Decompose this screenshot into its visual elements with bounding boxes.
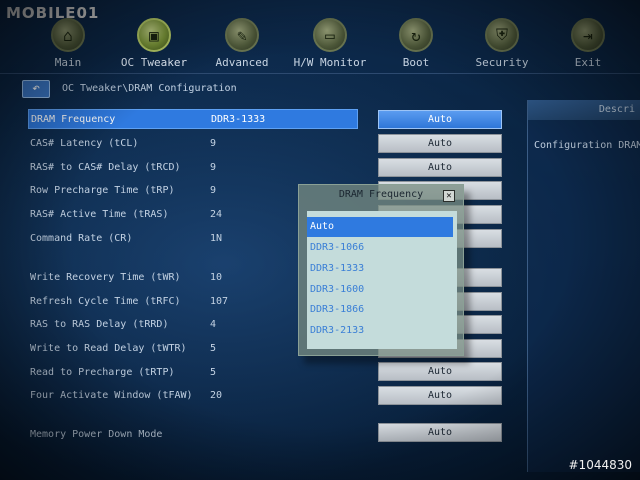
setting-value: 24 (210, 209, 223, 220)
setting-label: Command Rate (CR) (30, 233, 133, 244)
frequency-option-ddr3-1600[interactable]: DDR3-1600 (307, 280, 453, 300)
setting-value: 5 (210, 367, 217, 378)
breadcrumb: OC Tweaker\DRAM Configuration (62, 83, 237, 94)
setting-label: Write Recovery Time (tWR) (30, 272, 181, 283)
nav-tab-label: Advanced (215, 56, 269, 69)
exit-runner-icon: ⇥ (571, 18, 605, 52)
close-icon[interactable]: ✕ (443, 190, 455, 202)
nav-tab-exit[interactable]: ⇥ Exit (548, 18, 628, 69)
setting-value: DDR3-1333 (211, 114, 266, 125)
setting-label: Four Activate Window (tFAW) (30, 390, 193, 401)
trtp-option-button[interactable]: Auto (378, 362, 502, 381)
description-title: Descri (528, 100, 640, 120)
description-text: Configuration DRAM (534, 140, 640, 151)
setting-value: 9 (210, 185, 217, 196)
setting-row-tFAW[interactable]: Four Activate Window (tFAW) 20 (28, 386, 358, 406)
nav-tab-label: Main (54, 56, 82, 69)
setting-label: Memory Power Down Mode (30, 429, 163, 440)
setting-label: Refresh Cycle Time (tRFC) (30, 296, 181, 307)
nav-tab-security[interactable]: ⛨ Security (462, 18, 542, 69)
frequency-option-ddr3-1066[interactable]: DDR3-1066 (307, 238, 453, 258)
photo-id-label: #1044830 (568, 458, 633, 472)
frequency-option-auto[interactable]: Auto (307, 217, 453, 237)
setting-value: 1N (210, 233, 223, 244)
nav-tab-label: Boot (402, 56, 430, 69)
setting-row-tRTP[interactable]: Read to Precharge (tRTP) 5 (28, 363, 358, 383)
wrench-icon: ✎ (225, 18, 259, 52)
nav-divider (0, 73, 640, 74)
setting-row-cas-latency[interactable]: CAS# Latency (tCL) 9 (28, 134, 358, 154)
nav-tab-label: H/W Monitor (293, 56, 367, 69)
setting-row-dram-frequency[interactable]: DRAM Frequency DDR3-1333 (28, 109, 358, 129)
frequency-option-ddr3-1333[interactable]: DDR3-1333 (307, 259, 453, 279)
setting-value: 5 (210, 343, 217, 354)
setting-label: Write to Read Delay (tWTR) (30, 343, 187, 354)
popup-title: DRAM Frequency (338, 189, 424, 200)
setting-label: DRAM Frequency (31, 114, 116, 125)
nav-tab-advanced[interactable]: ✎ Advanced (202, 18, 282, 69)
nav-tab-label: OC Tweaker (120, 56, 188, 69)
nav-tab-label: Exit (574, 56, 602, 69)
refresh-icon: ↻ (399, 18, 433, 52)
setting-row-tRCD[interactable]: RAS# to CAS# Delay (tRCD) 9 (28, 158, 358, 178)
setting-label: Row Precharge Time (tRP) (30, 185, 175, 196)
trcd-option-button[interactable]: Auto (378, 158, 502, 177)
memory-power-down-option-button[interactable]: Auto (378, 423, 502, 442)
dram-frequency-popup: DRAM Frequency ✕ Auto DDR3-1066 DDR3-133… (298, 184, 464, 356)
setting-value: 9 (210, 162, 217, 173)
dram-frequency-option-button[interactable]: Auto (378, 110, 502, 129)
tfaw-option-button[interactable]: Auto (378, 386, 502, 405)
top-navigation: ⌂ Main ▣ OC Tweaker ✎ Advanced ▭ H/W Mon… (28, 18, 628, 74)
setting-label: RAS# Active Time (tRAS) (30, 209, 169, 220)
shield-icon: ⛨ (485, 18, 519, 52)
setting-label: CAS# Latency (tCL) (30, 138, 139, 149)
setting-value: 107 (210, 296, 229, 307)
setting-value: 20 (210, 390, 223, 401)
monitor-icon: ▭ (313, 18, 347, 52)
description-panel: Descri Configuration DRAM (527, 100, 640, 472)
frequency-option-ddr3-2133[interactable]: DDR3-2133 (307, 321, 453, 341)
nav-tab-boot[interactable]: ↻ Boot (376, 18, 456, 69)
nav-tab-main[interactable]: ⌂ Main (28, 18, 108, 69)
back-arrow-icon: ↶ (32, 81, 40, 96)
back-button[interactable]: ↶ (22, 80, 50, 98)
chip-icon: ▣ (137, 18, 171, 52)
nav-tab-label: Security (475, 56, 529, 69)
setting-value: 10 (210, 272, 223, 283)
setting-label: RAS# to CAS# Delay (tRCD) (30, 162, 181, 173)
frequency-option-ddr3-1866[interactable]: DDR3-1866 (307, 300, 453, 320)
frequency-option-list: Auto DDR3-1066 DDR3-1333 DDR3-1600 DDR3-… (307, 211, 457, 349)
setting-label: RAS to RAS Delay (tRRD) (30, 319, 169, 330)
cas-latency-option-button[interactable]: Auto (378, 134, 502, 153)
nav-tab-hw-monitor[interactable]: ▭ H/W Monitor (290, 18, 370, 69)
setting-value: 4 (210, 319, 217, 330)
setting-label: Read to Precharge (tRTP) (30, 367, 175, 378)
nav-tab-oc-tweaker[interactable]: ▣ OC Tweaker (114, 18, 194, 69)
setting-value: 9 (210, 138, 217, 149)
setting-row-memory-power-down[interactable]: Memory Power Down Mode (28, 425, 358, 445)
home-icon: ⌂ (51, 18, 85, 52)
